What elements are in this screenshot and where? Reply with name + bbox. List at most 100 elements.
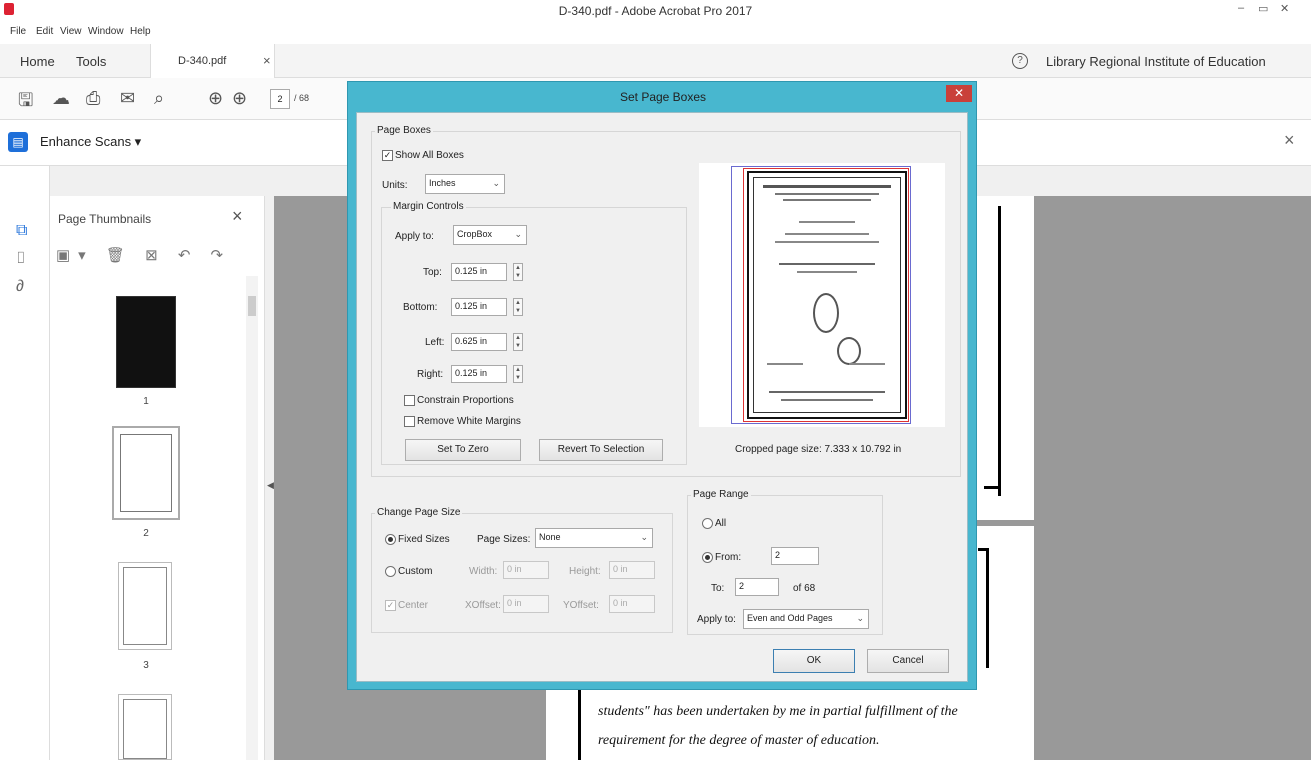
right-margin-input[interactable]: 0.125 in (451, 365, 507, 383)
fixed-sizes-radio[interactable] (385, 534, 396, 545)
dialog-body: Page Boxes ✓ Show All Boxes Units: Inche… (356, 112, 968, 682)
constrain-proportions-checkbox[interactable] (404, 395, 415, 406)
page-thumbnails-icon[interactable]: ⧉ (16, 222, 27, 240)
bottom-label: Bottom: (403, 302, 438, 313)
attachment-icon[interactable]: ∂ (16, 278, 24, 296)
apply-to-box-select[interactable]: CropBox ⌄ (453, 225, 527, 245)
navigation-rail: ⧉ ⌷ ∂ (0, 166, 50, 760)
print-icon[interactable]: ⎙ (86, 88, 100, 109)
left-margin-stepper[interactable]: ▲ ▼ (513, 333, 523, 351)
tab-document-label: D-340.pdf (178, 55, 227, 67)
enhance-scans-dropdown[interactable]: Enhance Scans ▾ (40, 134, 141, 150)
thumbnail-page-2[interactable] (112, 426, 180, 520)
collapse-panel-icon[interactable]: ◀ (267, 480, 274, 491)
units-select[interactable]: Inches ⌄ (425, 174, 505, 194)
cancel-button[interactable]: Cancel (867, 649, 949, 673)
margin-controls-title: Margin Controls (391, 201, 466, 212)
xoffset-input[interactable]: 0 in (503, 595, 549, 613)
custom-size-radio[interactable] (385, 566, 396, 577)
chevron-down-icon: ⌄ (492, 178, 500, 188)
show-all-boxes-checkbox[interactable]: ✓ (382, 150, 393, 161)
set-to-zero-button[interactable]: Set To Zero (405, 439, 521, 461)
yoffset-input[interactable]: 0 in (609, 595, 655, 613)
chevron-down-icon: ⌄ (514, 229, 522, 239)
page-total: / 68 (294, 93, 310, 103)
left-label: Left: (425, 337, 445, 348)
thumbnail-options-icon[interactable]: ▣▾ 🗑 ⊠ ↶ ↷ (56, 246, 231, 264)
all-pages-radio[interactable] (702, 518, 713, 529)
page-total-label: of 68 (793, 583, 816, 594)
page-number-input[interactable]: 2 (270, 89, 290, 109)
thumbnail-page-3[interactable] (118, 562, 172, 650)
email-icon[interactable]: ✉ (120, 88, 135, 109)
page-sizes-select[interactable]: None ⌄ (535, 528, 653, 548)
bookmark-icon[interactable]: ⌷ (16, 250, 26, 268)
thumbnail-number: 1 (143, 396, 149, 407)
revert-to-selection-button[interactable]: Revert To Selection (539, 439, 663, 461)
minimize-button[interactable]: ‒ (1238, 2, 1244, 14)
page-range-title: Page Range (691, 489, 751, 500)
all-pages-label: All (715, 518, 727, 529)
remove-white-margins-label: Remove White Margins (417, 416, 521, 427)
enhance-scans-icon: ▤ (8, 132, 28, 152)
institution-logo (837, 337, 861, 365)
close-tool-icon[interactable]: × (1284, 130, 1295, 151)
right-margin-stepper[interactable]: ▲ ▼ (513, 365, 523, 383)
tab-home[interactable]: Home (20, 54, 55, 69)
range-apply-to-select[interactable]: Even and Odd Pages ⌄ (743, 609, 869, 629)
height-input[interactable]: 0 in (609, 561, 655, 579)
to-page-input[interactable]: 2 (735, 578, 779, 596)
ok-button[interactable]: OK (773, 649, 855, 673)
center-label: Center (398, 600, 429, 611)
center-checkbox[interactable]: ✓ (385, 600, 396, 611)
cropped-page-size: Cropped page size: 7.333 x 10.792 in (735, 444, 902, 455)
next-page-icon[interactable]: ⊕ (232, 88, 247, 109)
page-sizes-label: Page Sizes: (477, 534, 531, 545)
from-label: From: (715, 552, 742, 563)
from-page-input[interactable]: 2 (771, 547, 819, 565)
close-window-button[interactable]: ✕ (1280, 2, 1289, 15)
bottom-margin-stepper[interactable]: ▲ ▼ (513, 298, 523, 316)
chevron-down-icon: ⌄ (856, 613, 864, 623)
top-margin-stepper[interactable]: ▲ ▼ (513, 263, 523, 281)
width-input[interactable]: 0 in (503, 561, 549, 579)
thumbnail-page-4[interactable] (118, 694, 172, 760)
maximize-button[interactable]: ▭ (1258, 2, 1268, 15)
thumbnail-scrollbar[interactable] (246, 276, 258, 760)
remove-white-margins-checkbox[interactable] (404, 416, 415, 427)
constrain-proportions-label: Constrain Proportions (417, 395, 514, 406)
yoffset-label: YOffset: (563, 600, 599, 611)
dialog-close-button[interactable]: ✕ (946, 85, 972, 102)
tab-close-icon[interactable]: × (263, 53, 271, 68)
menu-help[interactable]: Help (130, 26, 151, 37)
save-icon[interactable]: 🖫 (18, 88, 33, 118)
custom-size-label: Custom (398, 566, 433, 577)
tab-document[interactable]: D-340.pdf × (150, 44, 275, 78)
help-icon[interactable]: ? (1012, 53, 1028, 69)
menu-file[interactable]: File (10, 26, 26, 37)
document-text-line: requirement for the degree of master of … (598, 733, 880, 748)
panel-close-icon[interactable]: × (232, 206, 243, 227)
left-margin-input[interactable]: 0.625 in (451, 333, 507, 351)
previous-page-icon[interactable]: ⊕ (208, 88, 223, 109)
account-label[interactable]: Library Regional Institute of Education (1046, 54, 1266, 69)
upload-cloud-icon[interactable]: ☁ (52, 88, 70, 109)
bottom-margin-input[interactable]: 0.125 in (451, 298, 507, 316)
top-margin-input[interactable]: 0.125 in (451, 263, 507, 281)
fixed-sizes-label: Fixed Sizes (398, 534, 450, 545)
search-icon[interactable]: ⌕ (154, 88, 164, 109)
chevron-down-icon: ⌄ (640, 532, 648, 542)
from-pages-radio[interactable] (702, 552, 713, 563)
scrollbar-thumb[interactable] (248, 296, 256, 316)
tab-tools[interactable]: Tools (76, 54, 106, 69)
tab-bar: Home Tools D-340.pdf × ? Library Regiona… (0, 44, 1311, 78)
menu-view[interactable]: View (60, 26, 82, 37)
menu-window[interactable]: Window (88, 26, 124, 37)
menu-bar: File Edit View Window Help (0, 22, 1311, 44)
top-label: Top: (423, 267, 442, 278)
thumbnail-page-1[interactable] (116, 296, 176, 388)
units-label: Units: (382, 180, 408, 191)
page-preview (699, 163, 945, 427)
menu-edit[interactable]: Edit (36, 26, 53, 37)
thumbnail-number: 3 (143, 660, 149, 671)
